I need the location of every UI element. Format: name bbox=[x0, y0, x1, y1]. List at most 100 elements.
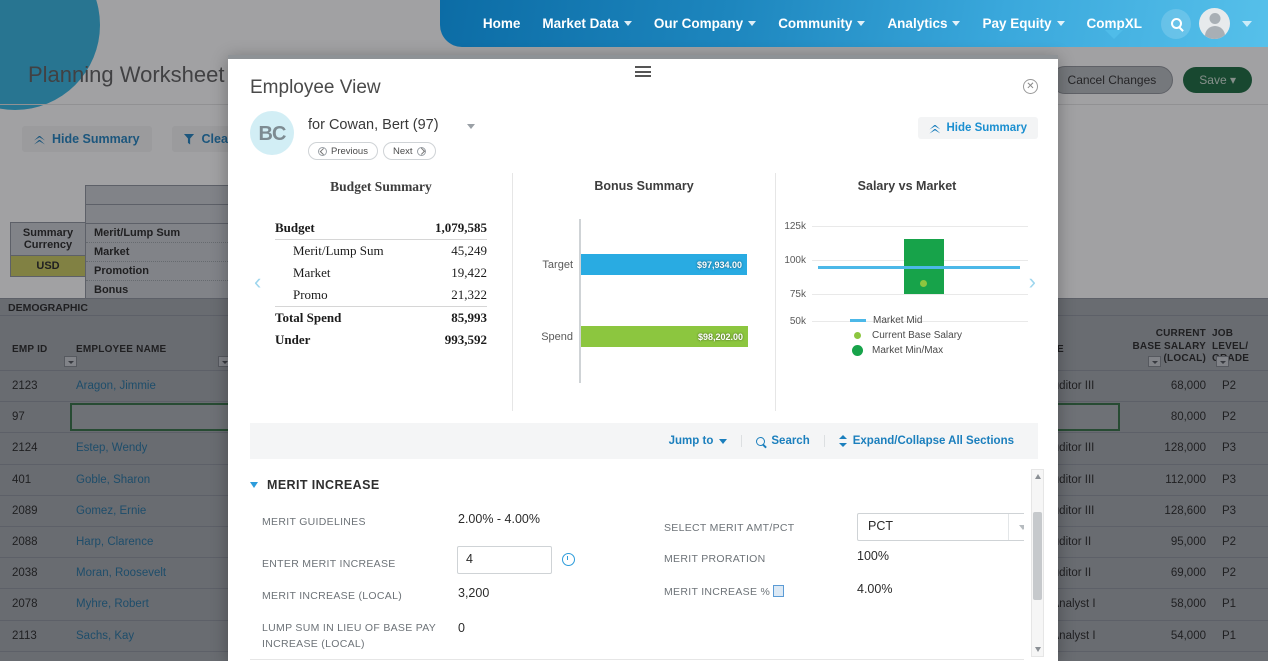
merit-increase-local-label: MERIT INCREASE (LOCAL) bbox=[262, 589, 402, 605]
nav-item-label: Pay Equity bbox=[982, 16, 1051, 31]
employee-name-label: for Cowan, Bert (97) bbox=[308, 117, 439, 133]
chevron-down-icon bbox=[624, 21, 632, 26]
bonus-bar-spend[interactable]: $98,202.00 bbox=[581, 326, 748, 347]
summary-panels: ‹ Budget Summary Budget1,079,585Merit/Lu… bbox=[250, 173, 1038, 411]
select-merit-amt-pct-label: SELECT MERIT AMT/PCT bbox=[664, 521, 794, 537]
merit-guidelines-label: MERIT GUIDELINES bbox=[262, 515, 366, 531]
nav-item-home[interactable]: Home bbox=[472, 16, 532, 31]
chevron-down-icon bbox=[719, 439, 727, 444]
current-base-salary-marker[interactable] bbox=[920, 280, 927, 287]
chart-legend: Market Mid Current Base Salary Market Mi… bbox=[850, 315, 962, 360]
chevron-left-icon bbox=[318, 147, 327, 156]
budget-summary-value: 993,592 bbox=[445, 332, 487, 348]
merit-increase-pct-label: MERIT INCREASE % bbox=[664, 585, 784, 601]
bonus-bar-target-value: $97,934.00 bbox=[697, 260, 747, 270]
carousel-prev-button[interactable]: ‹ bbox=[254, 269, 261, 295]
merit-increase-pct-value: 4.00% bbox=[857, 582, 892, 596]
next-button[interactable]: Next bbox=[383, 142, 436, 160]
budget-summary-row: Total Spend85,993 bbox=[275, 307, 487, 329]
budget-summary-value: 19,422 bbox=[451, 265, 487, 281]
jump-to-label: Jump to bbox=[669, 435, 714, 447]
enter-merit-increase-label: ENTER MERIT INCREASE bbox=[262, 557, 396, 573]
previous-button[interactable]: Previous bbox=[308, 142, 378, 160]
expand-collapse-all-button[interactable]: Expand/Collapse All Sections bbox=[824, 435, 1028, 447]
legend-circle-icon bbox=[852, 345, 863, 356]
budget-summary-label: Promo bbox=[293, 287, 328, 303]
chevron-down-icon bbox=[1008, 514, 1024, 540]
bonus-bar-spend-value: $98,202.00 bbox=[698, 332, 748, 342]
merit-proration-value: 100% bbox=[857, 549, 889, 563]
avatar[interactable] bbox=[1199, 8, 1230, 39]
previous-button-label: Previous bbox=[331, 146, 368, 157]
legend-label: Current Base Salary bbox=[872, 330, 962, 341]
section-header-merit-increase[interactable]: MERIT INCREASE bbox=[250, 469, 1024, 501]
scroll-up-icon[interactable] bbox=[1035, 474, 1041, 479]
nav-item-label: Home bbox=[483, 16, 521, 31]
nav-item-compxl[interactable]: CompXL bbox=[1076, 16, 1154, 31]
history-clock-icon[interactable] bbox=[562, 553, 575, 566]
merit-increase-local-value: 3,200 bbox=[458, 586, 489, 600]
merit-proration-label: MERIT PRORATION bbox=[664, 552, 766, 568]
next-button-label: Next bbox=[393, 146, 413, 157]
chevron-down-icon[interactable] bbox=[467, 124, 475, 129]
search-label: Search bbox=[771, 435, 809, 447]
chevron-down-icon[interactable] bbox=[1242, 21, 1252, 27]
hide-summary-button[interactable]: Hide Summary bbox=[918, 117, 1038, 139]
budget-summary-label: Under bbox=[275, 332, 310, 348]
nav-item-analytics[interactable]: Analytics bbox=[876, 16, 971, 31]
nav-item-our-company[interactable]: Our Company bbox=[643, 16, 767, 31]
modal-title: Employee View bbox=[250, 77, 381, 99]
budget-summary-label: Budget bbox=[275, 220, 315, 236]
divider bbox=[250, 659, 1024, 660]
merit-amt-pct-select[interactable]: PCT bbox=[857, 513, 1024, 541]
search-button[interactable] bbox=[1161, 9, 1191, 39]
merit-increase-pct-text: MERIT INCREASE % bbox=[664, 586, 770, 598]
note-icon[interactable] bbox=[773, 585, 784, 597]
budget-summary-value: 45,249 bbox=[451, 243, 487, 259]
chevron-down-icon bbox=[952, 21, 960, 26]
budget-summary-value: 21,322 bbox=[451, 287, 487, 303]
triangle-down-icon bbox=[250, 482, 258, 488]
bonus-bar-target[interactable]: $97,934.00 bbox=[581, 254, 747, 275]
employee-selector-row: BC for Cowan, Bert (97) Previous Next Hi… bbox=[250, 111, 1038, 167]
salary-vs-market-panel: › Salary vs Market 125k 100k 75k 50k bbox=[776, 173, 1038, 411]
nav-item-community[interactable]: Community bbox=[767, 16, 876, 31]
avatar: BC bbox=[250, 111, 294, 155]
salary-vs-market-title: Salary vs Market bbox=[776, 179, 1038, 193]
budget-summary-title: Budget Summary bbox=[250, 179, 512, 195]
ytick-75k: 75k bbox=[776, 289, 806, 300]
nav-item-market-data[interactable]: Market Data bbox=[531, 16, 643, 31]
jump-to-dropdown[interactable]: Jump to bbox=[655, 435, 742, 447]
close-icon[interactable]: ✕ bbox=[1023, 79, 1038, 94]
nav-item-label: Analytics bbox=[887, 16, 947, 31]
search-button[interactable]: Search bbox=[741, 435, 823, 447]
legend-item-market-min-max: Market Min/Max bbox=[850, 345, 962, 356]
ytick-125k: 125k bbox=[776, 221, 806, 232]
expand-collapse-label: Expand/Collapse All Sections bbox=[853, 435, 1014, 447]
modal-scrollbar[interactable] bbox=[1031, 469, 1044, 657]
scroll-down-icon[interactable] bbox=[1035, 647, 1041, 652]
ytick-50k: 50k bbox=[776, 316, 806, 327]
merit-increase-input[interactable]: 4 bbox=[457, 546, 552, 574]
budget-summary-row: Under 993,592 bbox=[275, 329, 487, 351]
nav-item-pay-equity[interactable]: Pay Equity bbox=[971, 16, 1075, 31]
market-mid-line[interactable] bbox=[818, 266, 1020, 269]
ytick-100k: 100k bbox=[776, 255, 806, 266]
search-icon bbox=[1171, 18, 1182, 29]
bonus-category-target: Target bbox=[527, 259, 573, 271]
lump-sum-value: 0 bbox=[458, 621, 465, 635]
legend-item-current-base-salary: Current Base Salary bbox=[850, 330, 962, 341]
expand-collapse-icon bbox=[839, 435, 847, 447]
hide-summary-label: Hide Summary bbox=[946, 122, 1027, 134]
modal-drag-handle[interactable] bbox=[228, 55, 1058, 59]
hamburger-icon[interactable] bbox=[635, 66, 651, 77]
merit-increase-body: MERIT GUIDELINES 2.00% - 4.00% ENTER MER… bbox=[250, 501, 1024, 661]
screen: Planning Worksheet Cancel Changes Save ▾… bbox=[0, 0, 1268, 661]
detail-sections: MERIT INCREASE MERIT GUIDELINES 2.00% - … bbox=[250, 469, 1024, 661]
bonus-summary-chart: Target Spend $97,934.00 $98,202.00 bbox=[527, 211, 761, 405]
scrollbar-thumb[interactable] bbox=[1033, 512, 1042, 600]
salary-vs-market-chart: 125k 100k 75k 50k Market Mid bbox=[776, 203, 1038, 411]
legend-label: Market Mid bbox=[873, 315, 922, 326]
chevron-right-icon bbox=[417, 147, 426, 156]
legend-dot-icon bbox=[854, 332, 861, 339]
